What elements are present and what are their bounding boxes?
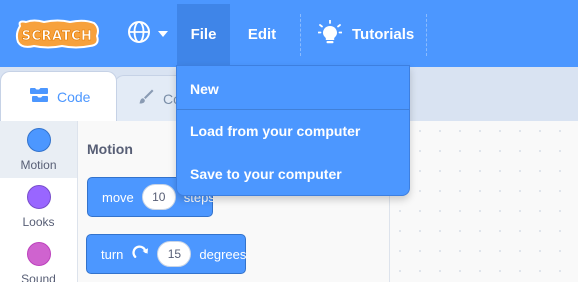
language-menu[interactable] — [120, 18, 178, 50]
chevron-down-icon — [158, 25, 168, 43]
file-menu-label: File — [190, 26, 217, 43]
menu-bar: SCRATCH File Edit Tutorials — [0, 0, 578, 67]
paintbrush-icon — [137, 88, 155, 109]
tutorials-button[interactable]: Tutorials — [314, 4, 424, 65]
svg-text:SCRATCH: SCRATCH — [22, 29, 93, 44]
steps-input[interactable]: 10 — [141, 184, 176, 210]
category-looks[interactable]: Looks — [0, 178, 77, 235]
file-dropdown-menu: New Load from your computer Save to your… — [176, 65, 410, 196]
tab-code[interactable]: Code — [0, 71, 117, 121]
category-sound[interactable]: Sound — [0, 235, 77, 282]
category-sound-label: Sound — [21, 272, 56, 282]
tab-code-label: Code — [57, 88, 91, 105]
tutorials-label: Tutorials — [352, 26, 415, 43]
category-motion-label: Motion — [20, 158, 57, 172]
edit-menu-button[interactable]: Edit — [232, 4, 292, 65]
globe-icon — [126, 19, 152, 50]
looks-color-dot — [26, 185, 51, 209]
file-menu-button[interactable]: File — [177, 4, 230, 65]
menu-item-save-to-computer[interactable]: Save to your computer — [177, 153, 409, 195]
lightbulb-icon — [317, 19, 343, 50]
script-workspace[interactable] — [390, 121, 578, 282]
edit-menu-label: Edit — [247, 26, 277, 43]
turn-degrees-block[interactable]: turn 15 degrees — [86, 234, 246, 274]
palette-section-title: Motion — [87, 141, 133, 157]
degrees-input[interactable]: 15 — [157, 241, 192, 267]
menu-item-load-from-computer[interactable]: Load from your computer — [177, 110, 409, 152]
scratch-logo[interactable]: SCRATCH — [14, 18, 100, 50]
code-blocks-icon — [29, 87, 49, 106]
motion-color-dot — [26, 128, 51, 152]
category-looks-label: Looks — [22, 215, 55, 229]
block-categories: Motion Looks Sound — [0, 121, 78, 282]
block-text: degrees — [199, 246, 247, 262]
menu-divider — [300, 14, 301, 56]
menu-item-new[interactable]: New — [177, 68, 409, 110]
rotate-clockwise-icon — [131, 244, 149, 265]
category-motion[interactable]: Motion — [0, 121, 77, 178]
scratch-editor: SCRATCH File Edit Tutorials Code Motion … — [0, 0, 578, 282]
menu-divider — [426, 14, 427, 56]
block-text: move — [102, 189, 134, 205]
block-text: turn — [101, 246, 124, 262]
sound-color-dot — [26, 242, 51, 266]
